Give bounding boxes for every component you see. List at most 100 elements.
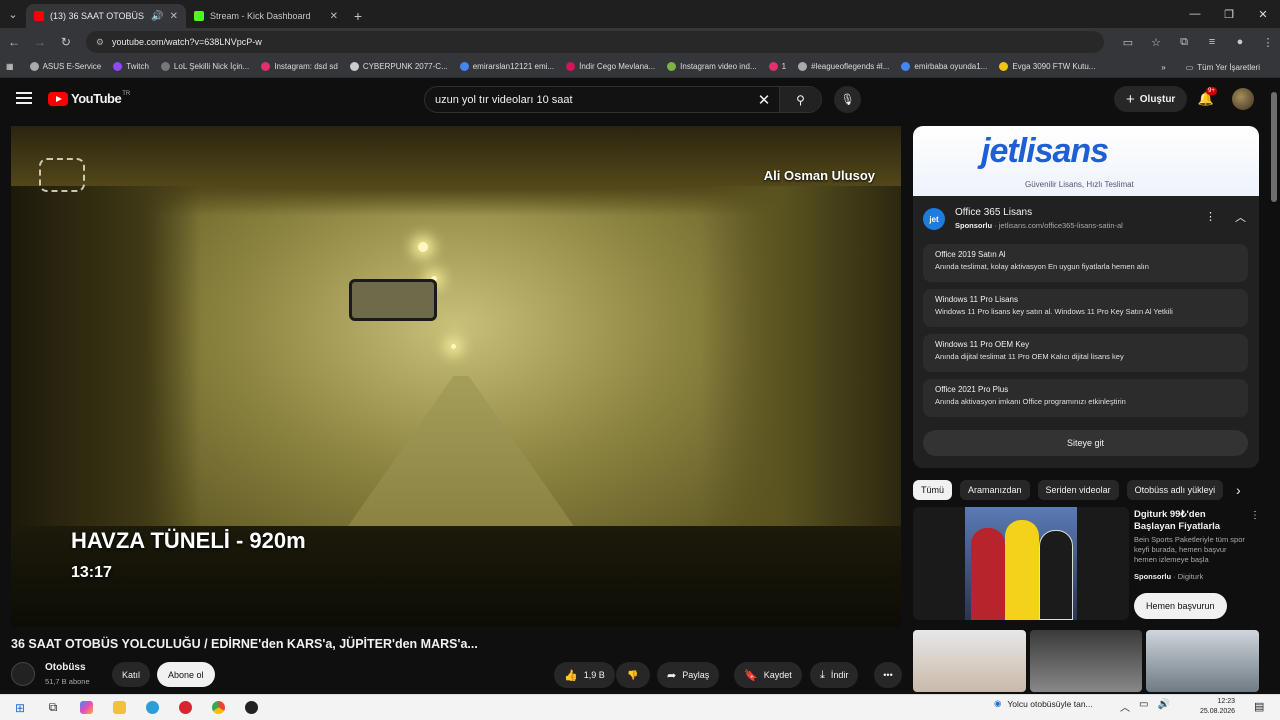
- reload-icon[interactable]: ↻: [54, 30, 78, 54]
- voice-search-icon[interactable]: 🎙: [834, 86, 861, 113]
- page-scrollbar[interactable]: [1271, 88, 1277, 688]
- clear-search-icon[interactable]: ✕: [749, 91, 779, 109]
- file-explorer-icon[interactable]: [106, 697, 132, 719]
- scrollbar-thumb[interactable]: [1271, 92, 1277, 202]
- tray-chevron-icon[interactable]: ︿: [1120, 699, 1130, 714]
- search-button-icon[interactable]: ⚲: [779, 87, 821, 112]
- related-thumbnail[interactable]: [913, 630, 1026, 692]
- hamburger-menu-icon[interactable]: [16, 92, 32, 104]
- create-button[interactable]: + Oluştur: [1114, 86, 1188, 112]
- edge-icon[interactable]: [139, 697, 165, 719]
- network-icon[interactable]: ▭: [1139, 699, 1148, 714]
- task-view-icon[interactable]: ⧉: [40, 697, 66, 719]
- app-dark-icon[interactable]: [238, 697, 264, 719]
- related-thumbnail[interactable]: [1029, 630, 1143, 692]
- minimize-icon[interactable]: —: [1178, 0, 1212, 28]
- start-icon[interactable]: ⊞: [7, 697, 33, 719]
- extensions-icon[interactable]: ⧉: [1172, 31, 1196, 53]
- visit-site-button[interactable]: Siteye git: [923, 430, 1248, 456]
- bookmark-item[interactable]: ASUS E-Service: [29, 62, 101, 71]
- ad-sitelink[interactable]: Windows 11 Pro Lisans Windows 11 Pro lis…: [923, 289, 1248, 327]
- sitelink-desc: Windows 11 Pro lisans key satın al. Wind…: [935, 307, 1173, 316]
- profile-icon[interactable]: ●: [1228, 31, 1252, 53]
- ad-sitelink[interactable]: Windows 11 Pro OEM Key Anında dijital te…: [923, 334, 1248, 372]
- collapse-chevron-icon[interactable]: ︿: [1235, 209, 1246, 225]
- apps-icon[interactable]: ▦: [6, 62, 14, 71]
- news-widget[interactable]: ◉ Yolcu otobüsüyle tan...: [994, 698, 1093, 709]
- chrome-icon[interactable]: [205, 697, 231, 719]
- bookmark-item[interactable]: Instagram video ind...: [667, 62, 757, 71]
- chip-all[interactable]: Tümü: [913, 480, 953, 500]
- new-tab-button[interactable]: +: [346, 4, 370, 28]
- ad-sitelink[interactable]: Office 2019 Satın Al Anında teslimat, ko…: [923, 244, 1248, 282]
- channel-name[interactable]: Otobüss: [45, 662, 86, 673]
- mute-tab-icon[interactable]: 🔊: [151, 11, 163, 22]
- tab-kick[interactable]: Stream - Kick Dashboard ✕: [186, 4, 346, 28]
- download-button[interactable]: ⤓ İndir: [810, 662, 859, 688]
- site-info-icon[interactable]: ⚙: [96, 37, 104, 48]
- bookmark-label: LoL Şekilli Nick İçin...: [173, 62, 250, 71]
- apply-now-button[interactable]: Hemen başvurun: [1134, 593, 1227, 619]
- related-thumbnail[interactable]: [1146, 630, 1260, 692]
- dislike-button[interactable]: 👎: [616, 662, 650, 688]
- account-avatar[interactable]: [1232, 88, 1254, 110]
- app-red-icon[interactable]: [172, 697, 198, 719]
- search-query[interactable]: uzun yol tır videoları 10 saat: [435, 94, 749, 106]
- tab-youtube[interactable]: (13) 36 SAAT OTOBÜS YOLC 🔊 ✕: [26, 4, 186, 28]
- save-label: Kaydet: [763, 670, 792, 680]
- save-button[interactable]: 🔖 Kaydet: [734, 662, 802, 688]
- restore-icon[interactable]: ❐: [1212, 0, 1246, 28]
- chip-uploader[interactable]: Otobüss adlı yükleyi: [1126, 480, 1224, 500]
- bookmark-star-icon[interactable]: ☆: [1144, 31, 1168, 53]
- promo-advertiser: · Digiturk: [1173, 572, 1204, 581]
- bookmark-item[interactable]: LoL Şekilli Nick İçin...: [160, 62, 250, 71]
- bookmark-item[interactable]: emirarslan12121 emi...: [459, 62, 554, 71]
- video-player[interactable]: Ali Osman Ulusoy HAVZA TÜNELİ - 920m 13:…: [11, 126, 901, 627]
- ad-banner[interactable]: jetlisans Güvenilir Lisans, Hızlı Teslim…: [913, 126, 1259, 196]
- back-icon[interactable]: ←: [2, 30, 26, 54]
- more-bookmarks-button[interactable]: »: [1161, 63, 1165, 72]
- tab-search-button[interactable]: ⌄: [0, 0, 26, 28]
- volume-icon[interactable]: 🔊: [1157, 699, 1169, 714]
- search-input[interactable]: uzun yol tır videoları 10 saat ✕ ⚲: [424, 86, 822, 113]
- bookmark-item[interactable]: 1: [768, 62, 786, 71]
- join-button[interactable]: Katıl: [112, 662, 151, 687]
- notifications-bell-icon[interactable]: 🔔 9+: [1196, 87, 1217, 109]
- youtube-logo[interactable]: YouTube TR: [48, 91, 130, 106]
- share-button[interactable]: ➦ Paylaş: [657, 662, 720, 688]
- windows-taskbar: ⊞ ⧉ ◉ Yolcu otobüsüyle tan... ︿ ▭ 🔊 12:2…: [0, 694, 1280, 720]
- promo-thumbnail[interactable]: [913, 507, 1129, 620]
- like-button[interactable]: 👍 1,9 B: [554, 662, 615, 688]
- channel-avatar[interactable]: [11, 662, 35, 686]
- promo-title[interactable]: Dgiturk 99₺'den Başlayan Fiyatlarla: [1134, 509, 1244, 533]
- close-tab-icon[interactable]: ✕: [170, 11, 178, 22]
- bookmark-item[interactable]: emirbaba oyunda1...: [901, 62, 987, 71]
- ad-title[interactable]: Office 365 Lisans: [955, 207, 1032, 218]
- ad-menu-icon[interactable]: ⋮: [1205, 210, 1216, 223]
- forward-icon[interactable]: →: [28, 30, 52, 54]
- bookmark-item[interactable]: CYBERPUNK 2077-C...: [349, 62, 448, 71]
- bookmark-item[interactable]: İndir Cego Mevlana...: [566, 62, 655, 71]
- cast-icon[interactable]: ▭: [1116, 31, 1140, 53]
- chip-series[interactable]: Seriden videolar: [1037, 480, 1119, 500]
- close-window-icon[interactable]: ✕: [1246, 0, 1280, 28]
- address-bar[interactable]: ⚙ youtube.com/watch?v=638LNVpcP-w: [85, 31, 1104, 53]
- chip-from-search[interactable]: Aramanızdan: [960, 480, 1030, 500]
- menu-dots-icon[interactable]: ⋮: [1256, 31, 1280, 53]
- copilot-icon[interactable]: [73, 697, 99, 719]
- promo-menu-icon[interactable]: ⋮: [1250, 510, 1260, 521]
- chips-next-chevron-icon[interactable]: ›: [1236, 482, 1241, 498]
- ad-sitelink[interactable]: Office 2021 Pro Plus Anında aktivasyon i…: [923, 379, 1248, 417]
- bookmark-item[interactable]: Instagram: dsd sd: [261, 62, 338, 71]
- close-tab-icon[interactable]: ✕: [330, 11, 338, 22]
- all-bookmarks-folder[interactable]: ▭ Tüm Yer İşaretleri: [1186, 63, 1260, 72]
- bookmark-item[interactable]: #leagueoflegends #l...: [798, 62, 889, 71]
- bookmark-item[interactable]: Twitch: [113, 62, 149, 71]
- more-actions-button[interactable]: •••: [874, 662, 902, 688]
- share-icon: ➦: [667, 669, 677, 682]
- system-clock[interactable]: 12:23 25.08.2026: [1200, 697, 1235, 717]
- notification-center-icon[interactable]: ▤: [1254, 700, 1264, 713]
- bookmark-item[interactable]: Evga 3090 FTW Kutu...: [999, 62, 1095, 71]
- subscribe-button[interactable]: Abone ol: [157, 662, 215, 687]
- reading-list-icon[interactable]: ≡: [1200, 31, 1224, 53]
